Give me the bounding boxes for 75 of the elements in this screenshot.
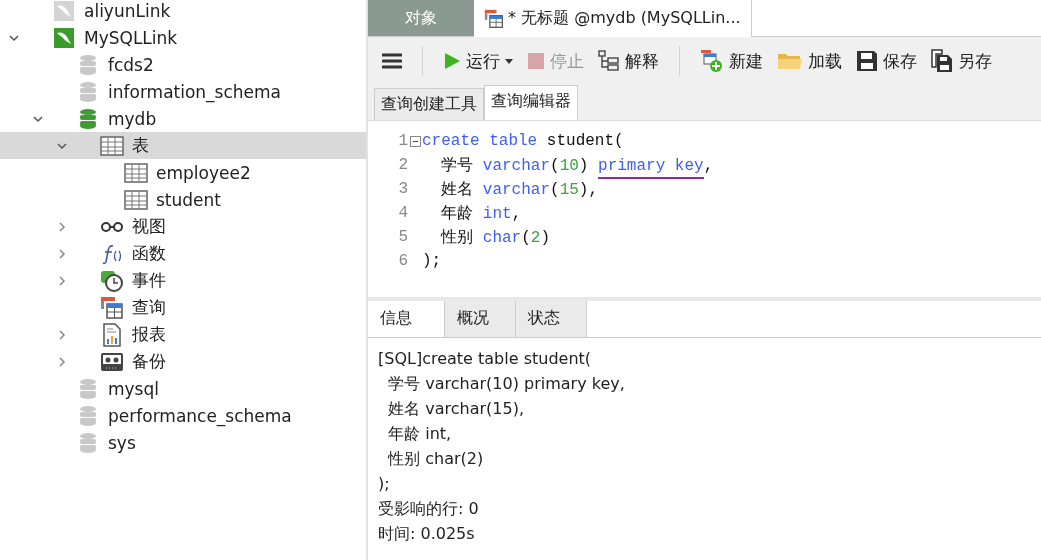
line-number: 6 — [397, 252, 408, 270]
glasses-icon — [100, 220, 124, 233]
table-icon — [124, 161, 148, 184]
tree-item[interactable]: 备份 — [0, 348, 366, 375]
tree-item[interactable]: 查询 — [0, 294, 366, 321]
message-line: [SQL]create table student( — [378, 348, 593, 370]
new-query-icon — [700, 49, 724, 73]
chevron-icon[interactable] — [9, 32, 19, 43]
chevron-icon[interactable] — [57, 329, 67, 340]
tree-item[interactable]: employee2 — [0, 159, 366, 186]
report-icon — [102, 322, 122, 347]
query-icon — [484, 8, 504, 29]
toolbar-button[interactable]: 另存 — [927, 47, 996, 75]
code-line: 学号 varchar(10) primary key, — [422, 154, 714, 176]
folder-icon — [777, 51, 803, 71]
tree-item[interactable]: performance_schema — [0, 402, 366, 429]
message-line: 性别 char(2) — [386, 448, 485, 470]
table-icon — [124, 188, 148, 211]
function-icon — [101, 242, 123, 265]
code-line: 性别 char(2) — [439, 227, 551, 248]
message-line: 姓名 varchar(15), — [387, 398, 525, 420]
toolbar-button[interactable]: 加载 — [773, 47, 846, 75]
line-number: 2 — [397, 156, 408, 174]
message-line: ); — [378, 473, 391, 495]
tree-item[interactable]: sys — [0, 429, 366, 456]
explain-icon — [598, 50, 620, 72]
toolbar-button[interactable]: 解释 — [594, 47, 663, 75]
tree-item[interactable]: information_schema — [0, 78, 366, 105]
message-line: 时间: 0.025s — [378, 523, 476, 545]
tree-item[interactable]: 表 — [0, 132, 366, 159]
clock-icon — [100, 268, 124, 293]
toolbar-button[interactable]: 保存 — [852, 47, 921, 75]
tree-item[interactable]: 事件 — [0, 267, 366, 294]
code-line: ); — [422, 252, 442, 270]
result-tab[interactable]: 概况 — [445, 301, 516, 337]
copy-save-icon — [931, 49, 953, 73]
tree-item[interactable]: aliyunLink — [0, 0, 366, 24]
message-line: 学号 varchar(10) primary key, — [387, 373, 626, 395]
tree-item[interactable]: 报表 — [0, 321, 366, 348]
line-number: 4 — [397, 204, 408, 222]
code-line: create table student( — [422, 132, 624, 150]
document-tab[interactable]: * 无标题 @mydb (MySQLLin... — [474, 0, 751, 37]
result-tab[interactable]: 状态 — [516, 301, 587, 337]
toolbar-button[interactable]: 运行 — [439, 47, 517, 75]
line-number: 5 — [397, 228, 408, 246]
tree-item[interactable]: mydb — [0, 105, 366, 132]
line-number: 3 — [397, 180, 408, 198]
collapse-icon[interactable] — [409, 135, 421, 147]
chevron-icon[interactable] — [57, 356, 67, 367]
chevron-icon[interactable] — [57, 248, 67, 259]
toolbar-button[interactable]: 新建 — [696, 47, 767, 75]
tree-item[interactable]: 视图 — [0, 213, 366, 240]
tape-icon — [100, 350, 124, 373]
query-icon — [100, 295, 124, 320]
stop-icon — [527, 52, 545, 70]
chevron-icon[interactable] — [33, 113, 43, 124]
tree-item[interactable]: student — [0, 186, 366, 213]
chevron-icon[interactable] — [57, 275, 67, 286]
editor-tab[interactable]: 查询创建工具 — [374, 88, 484, 120]
tree-item[interactable]: mysql — [0, 375, 366, 402]
editor-tab[interactable]: 查询编辑器 — [484, 85, 578, 120]
table-icon — [100, 134, 124, 157]
play-icon — [443, 52, 461, 70]
tree-item[interactable]: MySQLLink — [0, 24, 366, 51]
message-line: 受影响的行: 0 — [378, 498, 480, 520]
tree-item[interactable]: 函数 — [0, 240, 366, 267]
menu-icon — [382, 52, 402, 70]
message-line: 年龄 int, — [387, 423, 453, 445]
code-line: 年龄 int, — [440, 203, 522, 224]
code-line: 姓名 varchar(15), — [440, 179, 599, 200]
tree-item[interactable]: fcds2 — [0, 51, 366, 78]
save-icon — [856, 50, 878, 72]
chevron-icon[interactable] — [57, 221, 67, 232]
line-number: 1 — [397, 132, 408, 150]
chevron-icon[interactable] — [57, 140, 67, 151]
